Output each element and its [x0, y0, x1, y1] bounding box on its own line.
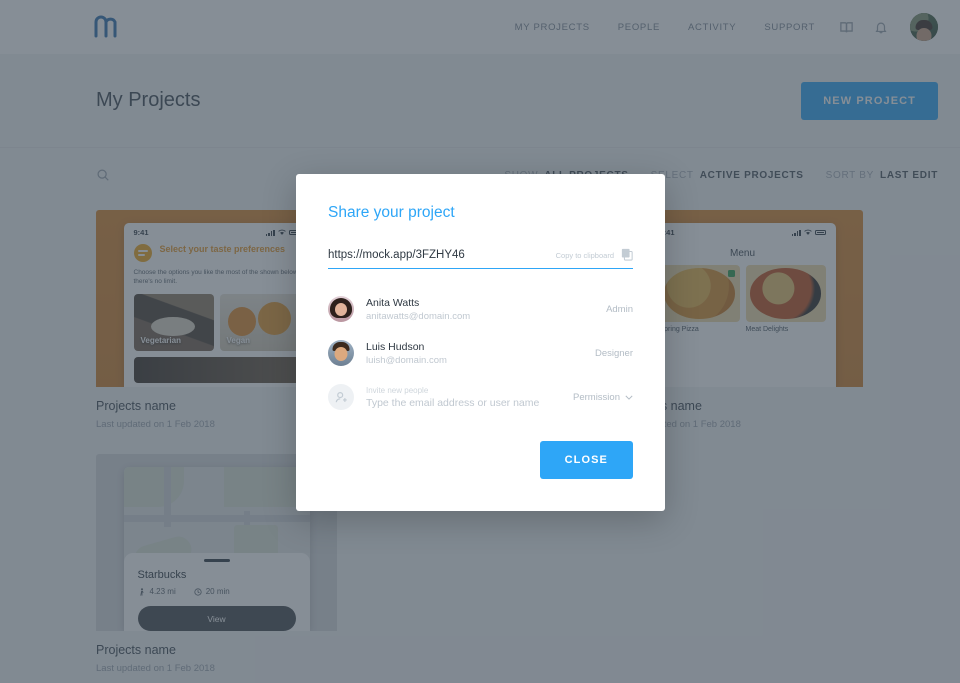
person-email: luish@domain.com	[366, 354, 447, 366]
avatar	[328, 296, 354, 322]
person-name: Luis Hudson	[366, 340, 425, 353]
app-root: MY PROJECTS PEOPLE ACTIVITY SUPPORT	[0, 0, 960, 683]
person-email: anitawatts@domain.com	[366, 310, 471, 322]
share-link-input[interactable]: https://mock.app/3FZHY46	[328, 249, 556, 261]
copy-hint-label: Copy to clipboard	[555, 251, 614, 260]
invite-label: Invite new people	[366, 385, 429, 395]
permission-dropdown[interactable]: Permission	[573, 392, 633, 403]
list-item[interactable]: Luis Hudson luish@domain.com Designer	[328, 331, 633, 375]
add-person-icon	[328, 384, 354, 410]
invite-row[interactable]: Invite new people Type the email address…	[328, 375, 633, 419]
avatar	[328, 340, 354, 366]
chevron-down-icon	[625, 395, 633, 400]
person-role[interactable]: Designer	[595, 348, 633, 359]
share-project-modal: Share your project https://mock.app/3FZH…	[296, 174, 665, 511]
modal-footer: CLOSE	[328, 441, 633, 479]
list-item[interactable]: Anita Watts anitawatts@domain.com Admin	[328, 287, 633, 331]
modal-title: Share your project	[328, 204, 455, 221]
invite-input[interactable]: Type the email address or user name	[366, 395, 573, 409]
people-list: Anita Watts anitawatts@domain.com Admin …	[328, 287, 633, 419]
person-role[interactable]: Admin	[606, 304, 633, 315]
share-link-row[interactable]: https://mock.app/3FZHY46 Copy to clipboa…	[328, 248, 633, 269]
close-button[interactable]: CLOSE	[539, 441, 633, 479]
permission-label: Permission	[573, 391, 620, 403]
copy-icon[interactable]	[621, 248, 633, 261]
person-name: Anita Watts	[366, 296, 420, 309]
